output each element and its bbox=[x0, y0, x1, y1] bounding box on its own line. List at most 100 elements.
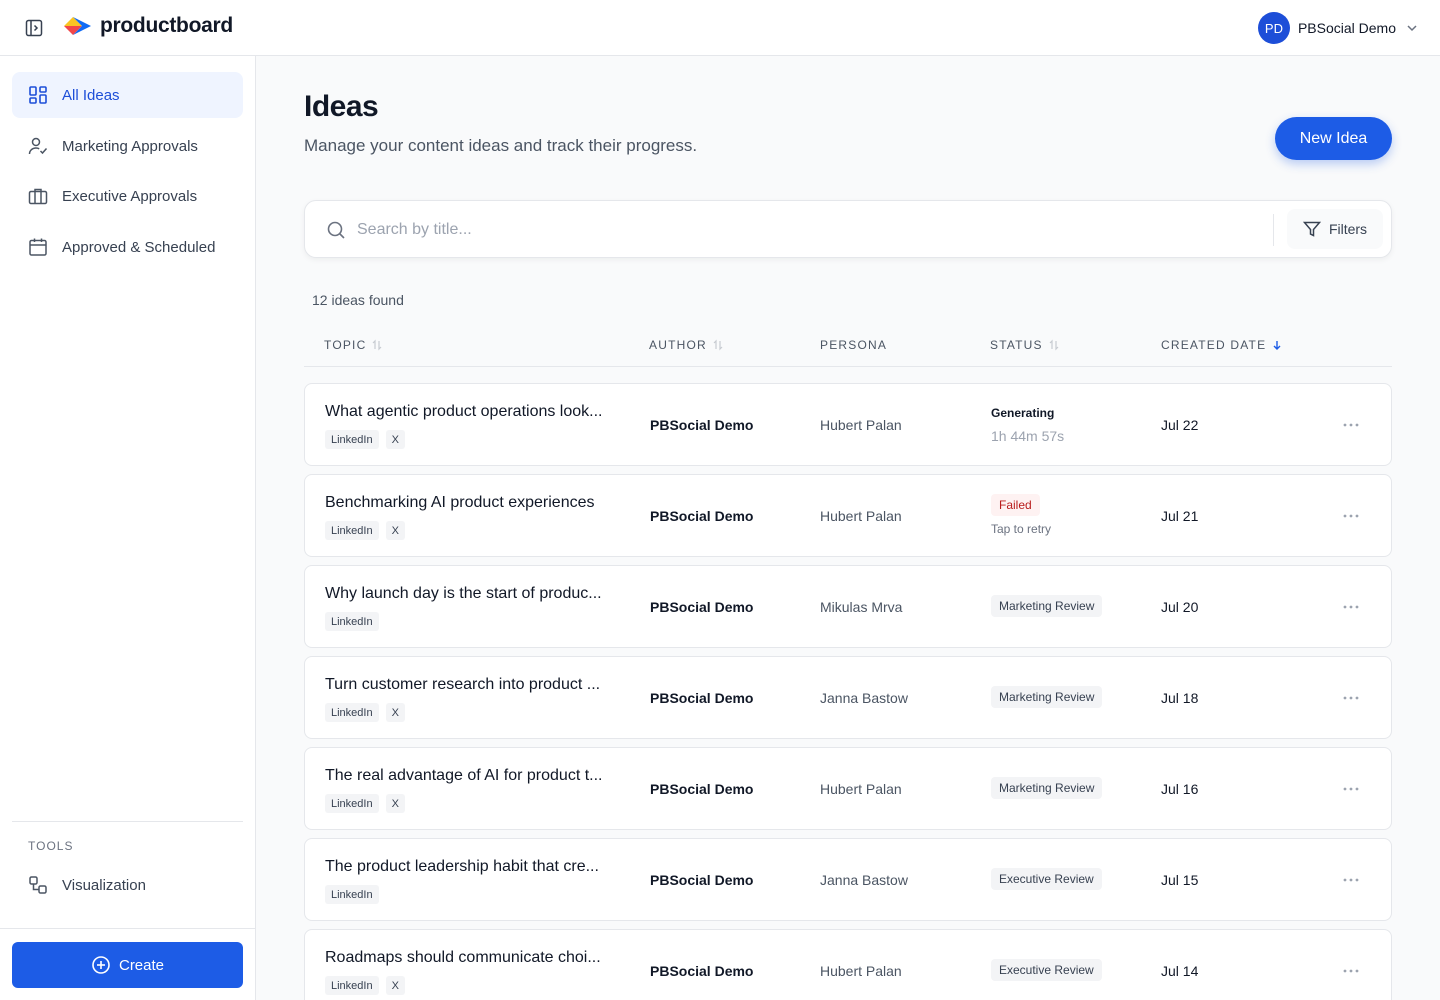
row-actions-button[interactable] bbox=[1335, 596, 1367, 618]
sidebar-item-label: Visualization bbox=[62, 876, 146, 894]
new-idea-button[interactable]: New Idea bbox=[1275, 117, 1392, 160]
idea-topic[interactable]: Why launch day is the start of produc... bbox=[325, 585, 625, 603]
created-date: Jul 20 bbox=[1161, 599, 1199, 615]
brand-logo[interactable]: productboard bbox=[64, 14, 233, 38]
sidebar-item-executive-approvals[interactable]: Executive Approvals bbox=[12, 173, 243, 219]
status-badge: Executive Review bbox=[991, 868, 1102, 890]
row-actions-button[interactable] bbox=[1335, 414, 1367, 436]
user-menu[interactable]: PD PBSocial Demo bbox=[1257, 12, 1420, 44]
row-actions-button[interactable] bbox=[1335, 960, 1367, 982]
sort-icon bbox=[1049, 339, 1059, 351]
sidebar-item-label: Approved & Scheduled bbox=[62, 238, 216, 256]
filter-icon bbox=[1302, 221, 1321, 237]
channel-tag: LinkedIn bbox=[325, 976, 379, 995]
more-horizontal-icon bbox=[1343, 514, 1359, 518]
idea-topic[interactable]: The product leadership habit that cre... bbox=[325, 858, 625, 876]
status-timer: 1h 44m 57s bbox=[991, 428, 1065, 444]
channel-tag: LinkedIn bbox=[325, 794, 379, 813]
status-badge: Executive Review bbox=[991, 959, 1102, 981]
status-cell[interactable]: Failed Tap to retry bbox=[991, 494, 1051, 536]
sidebar-toggle-button[interactable] bbox=[22, 17, 46, 39]
column-header-label: AUTHOR bbox=[649, 338, 707, 352]
channel-tags: LinkedIn bbox=[325, 885, 379, 904]
more-horizontal-icon bbox=[1343, 696, 1359, 700]
idea-author: PBSocial Demo bbox=[650, 690, 754, 706]
table-row[interactable]: Why launch day is the start of produc...… bbox=[304, 565, 1392, 648]
channel-tags: LinkedIn X bbox=[325, 521, 405, 540]
table-row[interactable]: What agentic product operations look... L… bbox=[304, 383, 1392, 466]
channel-tag: LinkedIn bbox=[325, 430, 379, 449]
table-row[interactable]: The real advantage of AI for product t..… bbox=[304, 747, 1392, 830]
status-cell: Generating 1h 44m 57s bbox=[991, 406, 1064, 444]
divider bbox=[0, 928, 255, 929]
user-name: PBSocial Demo bbox=[1297, 20, 1396, 36]
sidebar: All Ideas Marketing Approvals Executive … bbox=[0, 56, 256, 1000]
row-actions-button[interactable] bbox=[1335, 687, 1367, 709]
table-row[interactable]: Benchmarking AI product experiences Linke… bbox=[304, 474, 1392, 557]
table-row[interactable]: The product leadership habit that cre...… bbox=[304, 838, 1392, 921]
idea-topic[interactable]: The real advantage of AI for product t..… bbox=[325, 767, 625, 785]
sidebar-item-visualization[interactable]: Visualization bbox=[12, 862, 243, 908]
channel-tags: LinkedIn bbox=[325, 612, 379, 631]
avatar: PD bbox=[1257, 12, 1290, 44]
user-check-icon bbox=[28, 136, 48, 156]
created-date: Jul 18 bbox=[1161, 690, 1199, 706]
column-header-label: CREATED DATE bbox=[1161, 338, 1267, 352]
sidebar-item-approved-scheduled[interactable]: Approved & Scheduled bbox=[12, 224, 243, 270]
idea-persona: Hubert Palan bbox=[820, 963, 902, 979]
idea-topic[interactable]: Turn customer research into product ... bbox=[325, 676, 625, 694]
idea-author: PBSocial Demo bbox=[650, 417, 754, 433]
row-actions-button[interactable] bbox=[1335, 778, 1367, 800]
column-header-persona: PERSONA bbox=[820, 338, 887, 352]
status-badge: Marketing Review bbox=[991, 595, 1103, 617]
brand-name: productboard bbox=[100, 14, 233, 37]
search-icon bbox=[327, 221, 345, 239]
more-horizontal-icon bbox=[1343, 878, 1359, 882]
column-header-author[interactable]: AUTHOR bbox=[649, 338, 724, 352]
column-header-status[interactable]: STATUS bbox=[990, 338, 1060, 352]
retry-link[interactable]: Tap to retry bbox=[991, 522, 1051, 536]
row-actions-button[interactable] bbox=[1335, 869, 1367, 891]
search-input[interactable] bbox=[357, 215, 1257, 245]
idea-persona: Janna Bastow bbox=[820, 872, 908, 888]
divider bbox=[1273, 214, 1274, 246]
filters-button[interactable]: Filters bbox=[1287, 209, 1383, 249]
idea-persona: Mikulas Mrva bbox=[820, 599, 903, 615]
status-cell: Marketing Review bbox=[991, 595, 1103, 617]
idea-author: PBSocial Demo bbox=[650, 963, 754, 979]
sidebar-item-all-ideas[interactable]: All Ideas bbox=[12, 72, 243, 118]
more-horizontal-icon bbox=[1343, 787, 1359, 791]
productboard-logo-icon bbox=[64, 17, 91, 35]
idea-topic[interactable]: Benchmarking AI product experiences bbox=[325, 494, 625, 512]
channel-tag: LinkedIn bbox=[325, 703, 379, 722]
idea-topic[interactable]: Roadmaps should communicate choi... bbox=[325, 949, 625, 967]
plus-circle-icon bbox=[92, 956, 110, 974]
sidebar-item-marketing-approvals[interactable]: Marketing Approvals bbox=[12, 123, 243, 169]
chevron-down-icon bbox=[1407, 25, 1417, 32]
calendar-icon bbox=[28, 237, 48, 257]
channel-tags: LinkedIn X bbox=[325, 976, 405, 995]
create-button[interactable]: Create bbox=[12, 942, 243, 988]
table-row[interactable]: Roadmaps should communicate choi... Linke… bbox=[304, 929, 1392, 1000]
top-bar: productboard PD PBSocial Demo bbox=[0, 0, 1440, 56]
column-header-created-date[interactable]: CREATED DATE bbox=[1161, 338, 1283, 352]
page-subtitle: Manage your content ideas and track thei… bbox=[304, 136, 698, 155]
table-row[interactable]: Turn customer research into product ... L… bbox=[304, 656, 1392, 739]
channel-tags: LinkedIn X bbox=[325, 794, 405, 813]
column-header-label: STATUS bbox=[990, 338, 1043, 352]
status-cell: Marketing Review bbox=[991, 686, 1103, 708]
column-header-topic[interactable]: TOPIC bbox=[324, 338, 383, 352]
channel-tag: X bbox=[385, 794, 405, 813]
created-date: Jul 14 bbox=[1161, 963, 1199, 979]
status-cell: Executive Review bbox=[991, 959, 1102, 981]
create-label: Create bbox=[118, 956, 165, 974]
results-count: 12 ideas found bbox=[312, 292, 404, 308]
channel-tag: LinkedIn bbox=[325, 521, 379, 540]
filters-label: Filters bbox=[1328, 221, 1368, 237]
channel-tag: X bbox=[385, 521, 405, 540]
channel-tag: X bbox=[385, 976, 405, 995]
idea-topic[interactable]: What agentic product operations look... bbox=[325, 403, 625, 421]
sort-icon bbox=[373, 339, 382, 351]
status-cell: Marketing Review bbox=[991, 777, 1103, 799]
row-actions-button[interactable] bbox=[1335, 505, 1367, 527]
